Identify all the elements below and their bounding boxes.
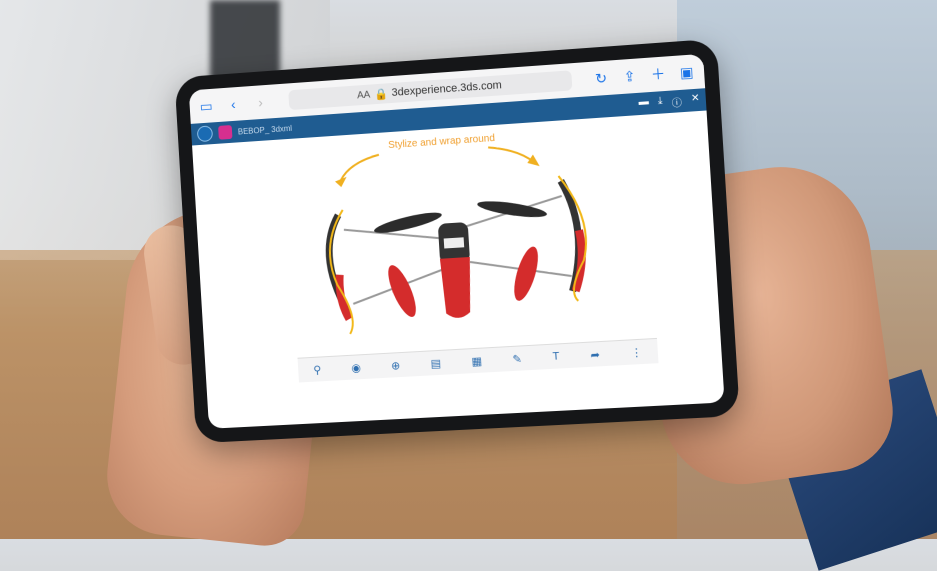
propeller-back-right bbox=[509, 244, 543, 304]
measure-icon[interactable]: ▦ bbox=[471, 354, 482, 368]
url-text: 3dexperience.3ds.com bbox=[391, 79, 503, 99]
forward-icon[interactable]: › bbox=[251, 94, 269, 110]
share-icon[interactable]: ⇪ bbox=[620, 67, 639, 84]
arrowhead-right bbox=[526, 154, 540, 167]
info-icon[interactable]: ⓘ bbox=[671, 93, 682, 109]
arrow-right bbox=[488, 144, 534, 165]
app-logo-icon[interactable] bbox=[218, 125, 233, 140]
view-icon[interactable]: ◉ bbox=[351, 361, 361, 374]
more-icon[interactable]: ⋮ bbox=[630, 345, 643, 359]
share-arrow-icon[interactable]: ➦ bbox=[590, 348, 600, 362]
propeller-front-right bbox=[476, 198, 548, 221]
chat-icon[interactable]: ▬ bbox=[638, 96, 649, 112]
lock-icon: 🔒 bbox=[373, 87, 389, 101]
download-icon[interactable]: ⤓ bbox=[658, 95, 663, 110]
pen-icon[interactable]: ✎ bbox=[512, 352, 522, 366]
tablet-screen: ▭ ‹ › AA 🔒 3dexperience.3ds.com ↻ ⇪ ＋ ▣ … bbox=[188, 53, 725, 429]
drone-body-red bbox=[440, 256, 470, 318]
tabs-icon[interactable]: ▣ bbox=[677, 63, 696, 80]
right-wrap-curve bbox=[558, 174, 589, 301]
section-icon[interactable]: ▤ bbox=[430, 356, 441, 370]
tablet: ▭ ‹ › AA 🔒 3dexperience.3ds.com ↻ ⇪ ＋ ▣ … bbox=[174, 38, 740, 444]
text-size-button[interactable]: AA bbox=[357, 89, 371, 101]
drone-camera bbox=[443, 237, 464, 249]
back-icon[interactable]: ‹ bbox=[224, 96, 242, 112]
close-icon[interactable]: ✕ bbox=[691, 92, 701, 108]
text-icon[interactable]: T bbox=[552, 350, 560, 362]
propeller-front-left bbox=[372, 208, 444, 237]
3d-viewer[interactable]: Stylize and wrap around ⚲ ◉ ⊕ ▤ ▦ ✎ T ➦ … bbox=[192, 110, 722, 388]
arrow-left bbox=[339, 155, 380, 180]
new-tab-icon[interactable]: ＋ bbox=[648, 66, 667, 83]
search-icon[interactable]: ⚲ bbox=[313, 363, 322, 376]
compass-icon[interactable] bbox=[196, 125, 214, 143]
reload-icon[interactable]: ↻ bbox=[592, 69, 611, 86]
document-title: BEBOP_ 3dxml bbox=[237, 123, 293, 136]
sidebar-icon[interactable]: ▭ bbox=[197, 97, 215, 114]
zoom-icon[interactable]: ⊕ bbox=[391, 359, 401, 372]
